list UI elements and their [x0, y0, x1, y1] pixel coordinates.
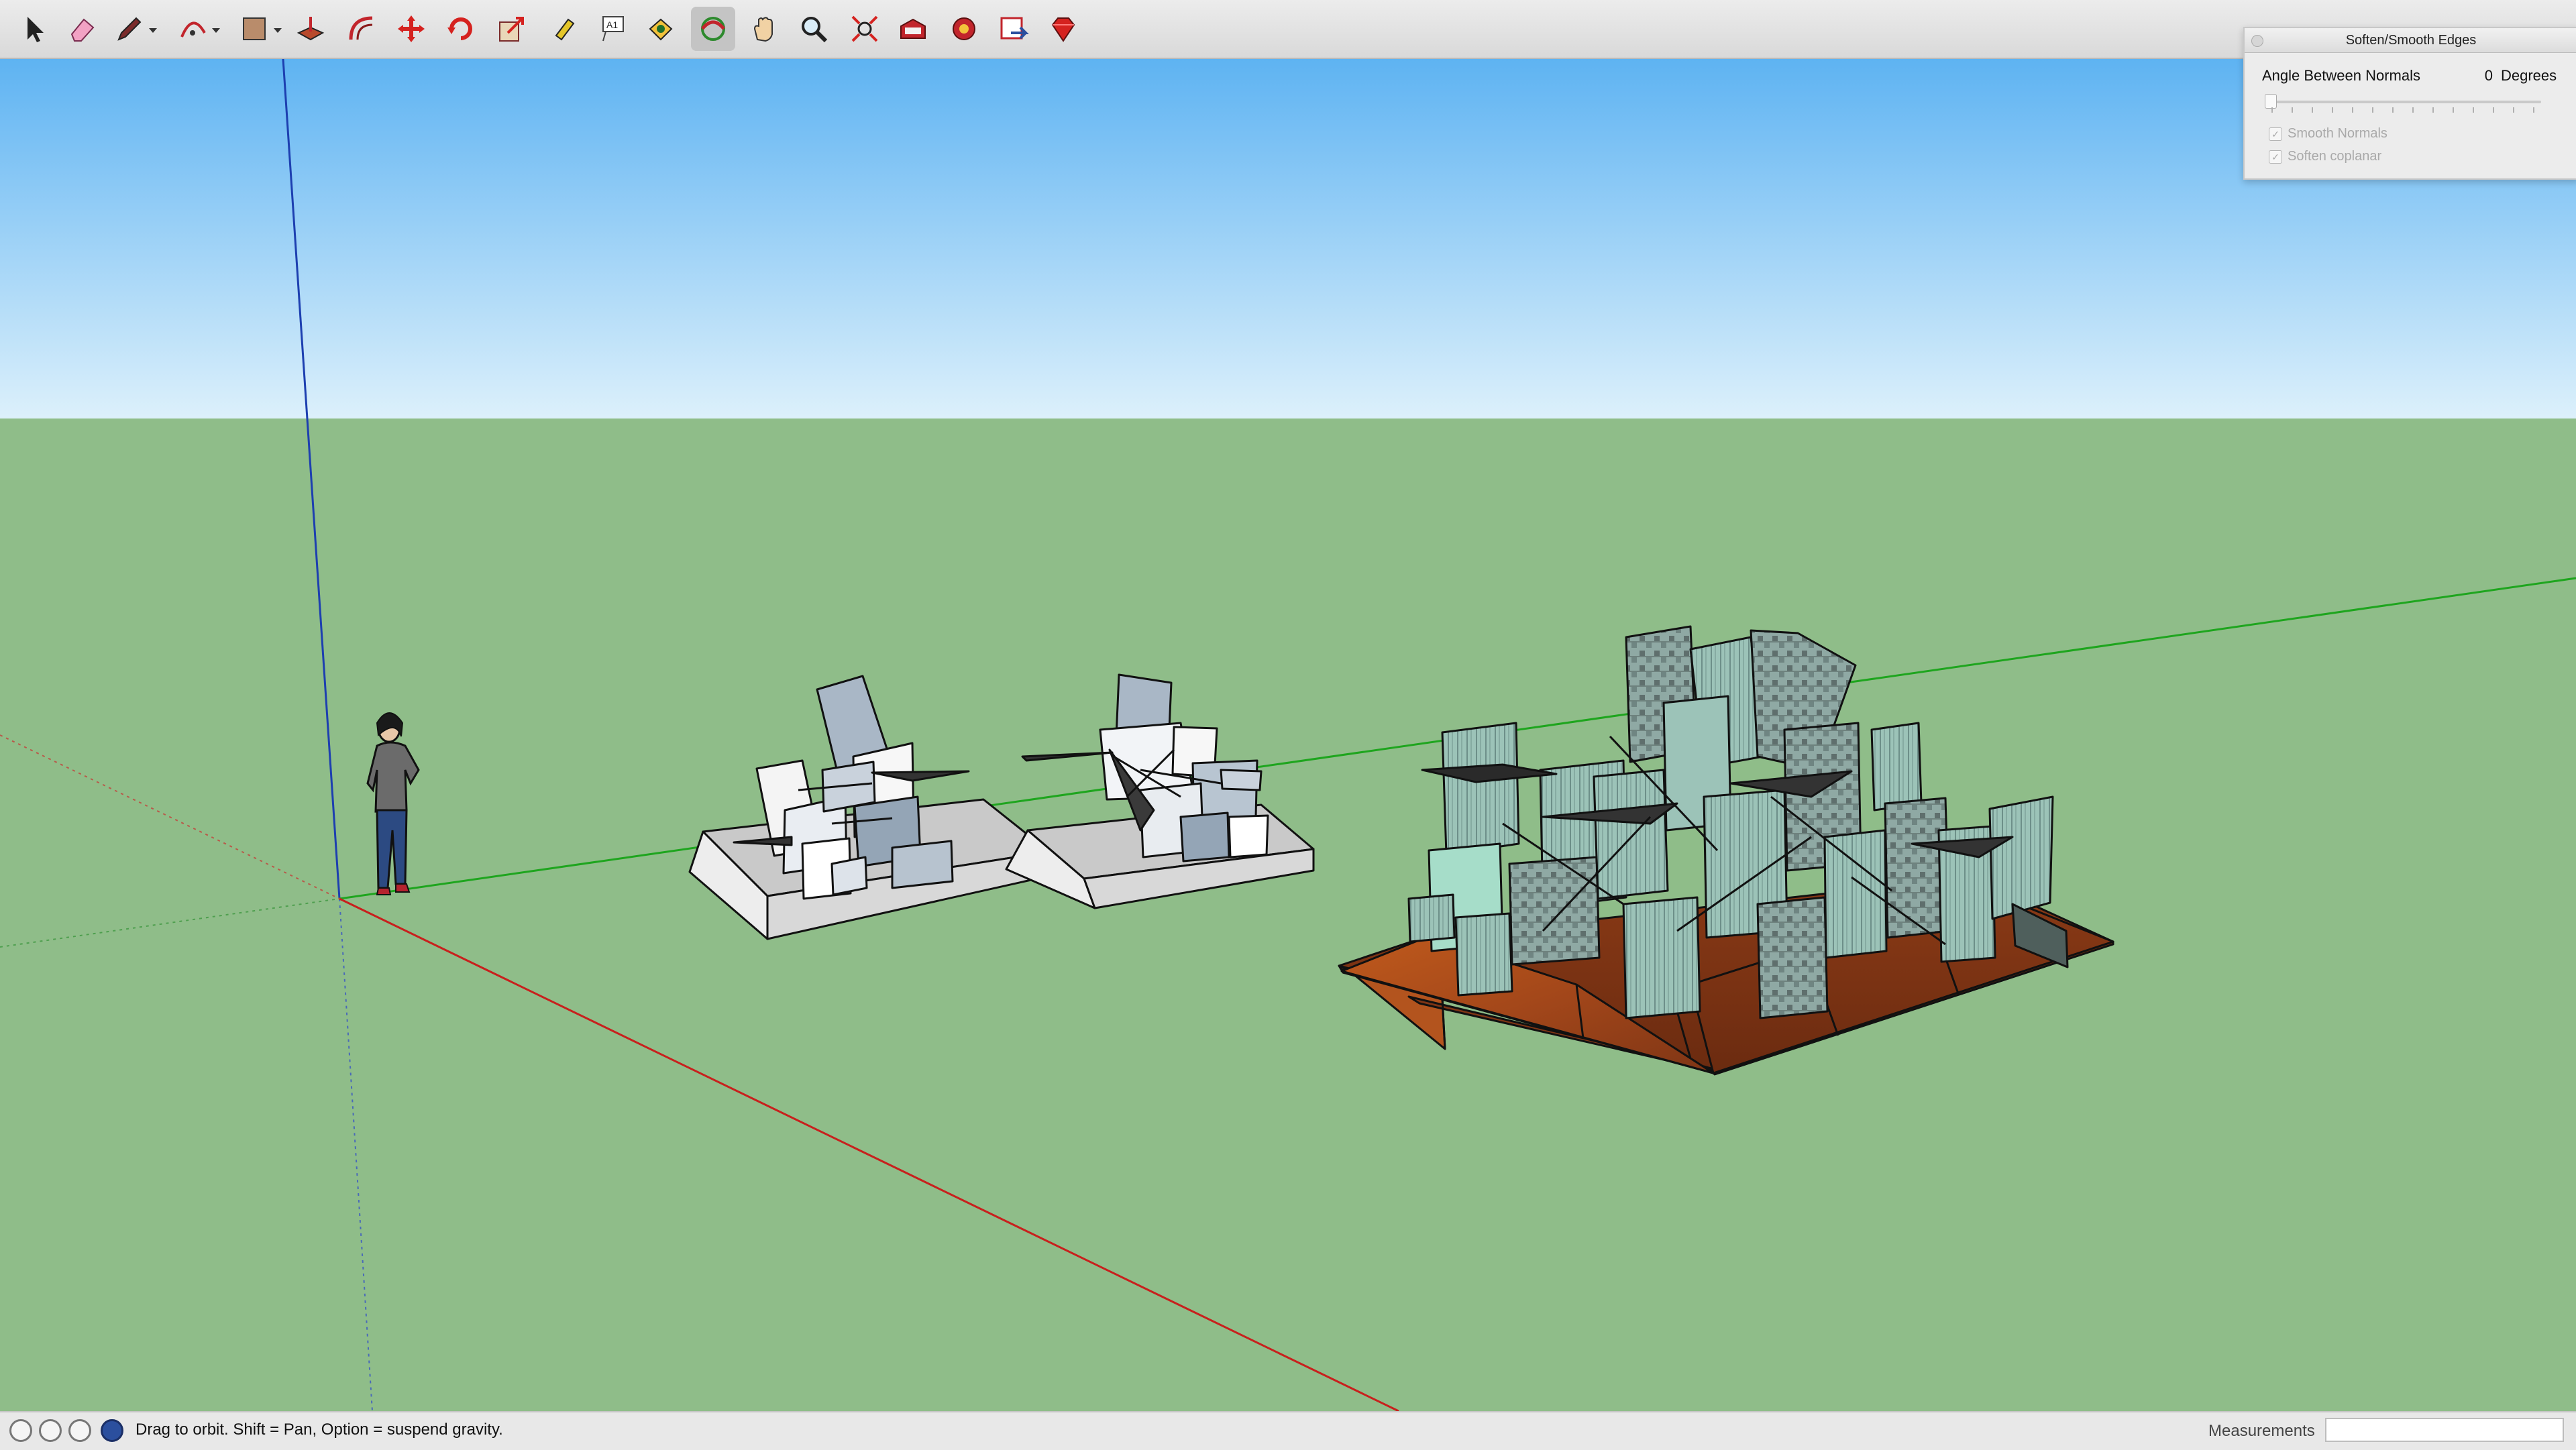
slider-tick	[2533, 107, 2534, 113]
arc-tool-menu-caret[interactable]	[212, 28, 220, 33]
layout-tool[interactable]	[991, 7, 1036, 51]
tape-measure-tool[interactable]	[541, 7, 585, 51]
measurements-input[interactable]	[2325, 1418, 2564, 1442]
magnifier-icon	[802, 17, 828, 43]
offset-icon	[349, 16, 373, 40]
angle-slider[interactable]	[2270, 101, 2541, 103]
slider-tick	[2352, 107, 2353, 113]
scale-tool[interactable]	[490, 7, 534, 51]
line-tool[interactable]	[107, 7, 152, 51]
credits-icon[interactable]	[39, 1419, 62, 1442]
slider-tick	[2332, 107, 2333, 113]
status-message: Drag to orbit. Shift = Pan, Option = sus…	[136, 1420, 503, 1439]
slider-tick	[2292, 107, 2293, 113]
zoom-tool[interactable]	[792, 7, 836, 51]
smooth-normals-checkbox[interactable]: ✓	[2269, 127, 2282, 141]
rotate-tool[interactable]	[439, 7, 483, 51]
info-icon[interactable]	[9, 1419, 32, 1442]
slider-tick	[2271, 107, 2273, 113]
pencil-icon	[117, 17, 142, 41]
slider-tick	[2312, 107, 2313, 113]
text-tool[interactable]: A1	[590, 7, 635, 51]
extension-icon	[953, 17, 975, 40]
angle-label: Angle Between Normals	[2262, 67, 2421, 84]
paint-bucket-icon	[649, 18, 673, 41]
zoom-extents-icon	[851, 15, 878, 42]
drawing-viewport[interactable]	[0, 58, 2576, 1412]
panel-title: Soften/Smooth Edges	[2245, 28, 2576, 53]
ground	[0, 419, 2576, 1411]
panel-close-button[interactable]	[2251, 35, 2263, 47]
orbit-tool[interactable]	[691, 7, 735, 51]
slider-tick	[2493, 107, 2494, 113]
soften-coplanar-checkbox[interactable]: ✓	[2269, 150, 2282, 164]
ruby-console-tool[interactable]	[1041, 7, 1085, 51]
rectangle-tool-menu-caret[interactable]	[274, 28, 282, 33]
move-tool[interactable]	[389, 7, 433, 51]
pan-tool[interactable]	[742, 7, 786, 51]
slider-tick	[2392, 107, 2394, 113]
soften-smooth-edges-panel: Soften/Smooth Edges Angle Between Normal…	[2243, 27, 2576, 180]
push-pull-icon	[297, 17, 325, 41]
soften-coplanar-label: Soften coplanar	[2288, 149, 2382, 164]
eraser-icon	[70, 18, 95, 42]
move-icon	[398, 15, 425, 42]
offset-tool[interactable]	[339, 7, 384, 51]
line-tool-menu-caret[interactable]	[149, 28, 157, 33]
zoom-extents-tool[interactable]	[843, 7, 887, 51]
measurements-label: Measurements	[2208, 1422, 2315, 1440]
arc-tool[interactable]	[170, 7, 215, 51]
3d-warehouse-tool[interactable]	[891, 7, 935, 51]
slider-tick	[2453, 107, 2454, 113]
scale-icon	[499, 17, 524, 42]
angle-slider-thumb[interactable]	[2265, 94, 2277, 109]
orbit-icon	[701, 17, 725, 41]
model-scene	[0, 58, 2576, 1412]
paint-bucket-tool[interactable]	[639, 7, 683, 51]
arrow-icon	[28, 17, 44, 42]
status-bar: Drag to orbit. Shift = Pan, Option = sus…	[0, 1411, 2576, 1450]
orbit-hint-icon	[101, 1419, 123, 1442]
angle-value: 0	[2484, 67, 2493, 84]
rectangle-tool[interactable]	[232, 7, 276, 51]
slider-tick	[2473, 107, 2474, 113]
select-tool[interactable]	[13, 7, 58, 51]
text-icon: A1	[602, 16, 624, 42]
slider-tick	[2432, 107, 2434, 113]
arc-icon	[180, 21, 206, 38]
eraser-tool[interactable]	[59, 7, 103, 51]
ruby-icon	[1051, 17, 1075, 42]
rotate-icon	[447, 17, 472, 40]
tape-measure-icon	[555, 18, 575, 41]
extension-warehouse-tool[interactable]	[942, 7, 986, 51]
slider-tick	[2372, 107, 2373, 113]
hand-icon	[753, 17, 773, 42]
slider-tick	[2513, 107, 2514, 113]
rectangle-icon	[243, 17, 266, 40]
main-toolbar: A1	[0, 0, 2576, 59]
smooth-normals-label: Smooth Normals	[2288, 126, 2387, 141]
angle-unit: Degrees	[2501, 67, 2557, 84]
slider-tick	[2412, 107, 2414, 113]
sky	[0, 59, 2576, 419]
svg-text:A1: A1	[606, 19, 618, 30]
layout-icon	[1000, 17, 1029, 40]
push-pull-tool[interactable]	[288, 7, 333, 51]
warehouse-icon	[900, 18, 926, 39]
user-icon[interactable]	[68, 1419, 91, 1442]
